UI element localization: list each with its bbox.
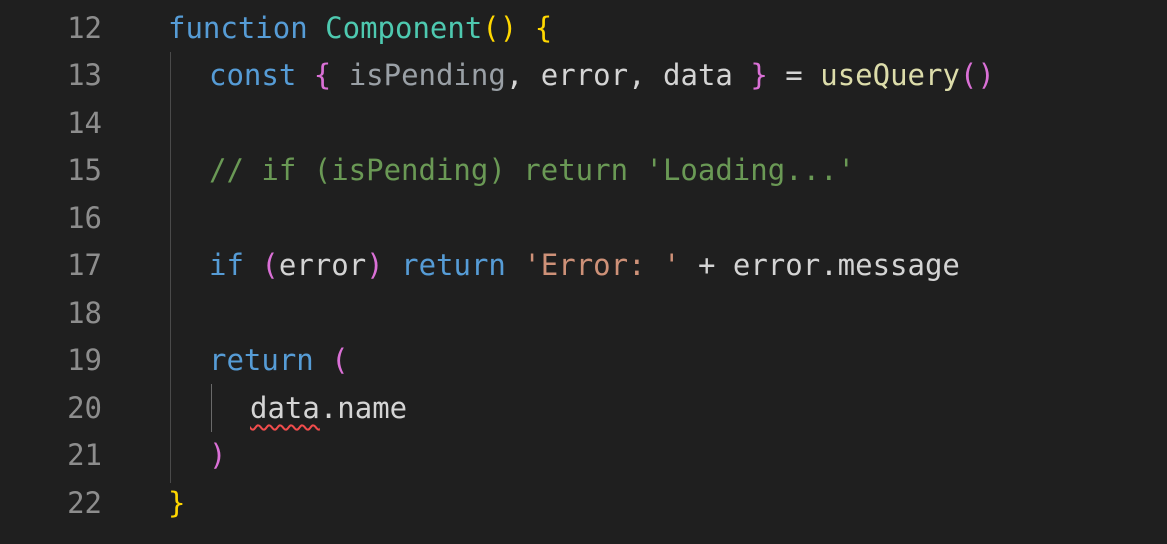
expression: error.message	[732, 248, 960, 282]
code-line-12: function Component() {	[168, 4, 552, 52]
bracket: )	[209, 438, 227, 472]
error-squiggle-token[interactable]: data	[250, 391, 320, 425]
operator: +	[697, 248, 716, 282]
keyword: return	[401, 248, 506, 282]
punctuation: ,	[505, 58, 524, 92]
code-line-20: data.name	[250, 384, 407, 432]
bracket: }	[168, 486, 186, 520]
string: 'Error: '	[523, 248, 681, 282]
function-name: Component	[325, 11, 483, 45]
code-area[interactable]: function Component() { const { isPending…	[0, 0, 1167, 544]
bracket: ()	[959, 58, 995, 92]
bracket: (	[331, 343, 349, 377]
bracket: {	[534, 11, 553, 45]
operator: =	[785, 58, 803, 92]
punctuation: ,	[628, 58, 646, 92]
code-line-15: // if (isPending) return 'Loading...'	[209, 146, 855, 194]
keyword: if	[209, 248, 244, 282]
bracket: }	[750, 58, 768, 92]
code-editor[interactable]: 12 13 14 15 16 17 18 19 20 21 22 functio…	[0, 0, 1167, 544]
indent-guide-active	[211, 384, 212, 432]
variable-unused: isPending	[348, 58, 506, 92]
code-line-19: return (	[209, 336, 349, 384]
code-line-17: if (error) return 'Error: ' + error.mess…	[209, 241, 960, 289]
keyword: const	[209, 58, 297, 92]
property-access: .name	[319, 391, 408, 425]
code-line-13: const { isPending, error, data } = useQu…	[209, 51, 995, 99]
variable: error	[540, 58, 629, 92]
function-call: useQuery	[820, 58, 960, 92]
code-line-22: }	[168, 479, 185, 527]
bracket: {	[313, 58, 332, 92]
indent-guide	[170, 52, 171, 483]
keyword: function	[168, 11, 308, 45]
bracket: ()	[482, 11, 518, 45]
comment: // if (isPending) return 'Loading...'	[209, 153, 856, 187]
bracket: )	[366, 248, 384, 282]
keyword: return	[209, 343, 314, 377]
variable: data	[663, 58, 733, 92]
bracket: (	[261, 248, 279, 282]
variable: error	[278, 248, 367, 282]
code-line-21: )	[209, 431, 226, 479]
